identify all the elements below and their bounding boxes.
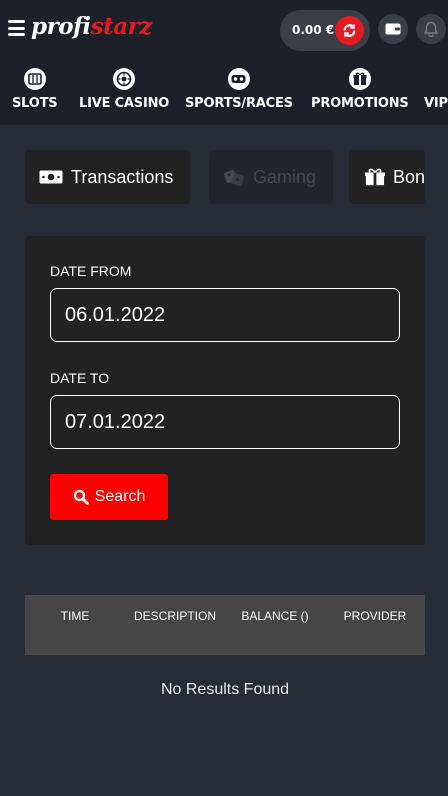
column-header-balance: BALANCE ()	[241, 609, 309, 623]
cash-icon	[39, 170, 63, 184]
empty-state-message: No Results Found	[160, 681, 290, 698]
refresh-icon	[343, 24, 356, 37]
balance-pill[interactable]: 0.00 €	[280, 10, 370, 51]
search-button[interactable]: Search	[50, 474, 168, 520]
tab-transactions[interactable]: Transactions	[25, 150, 190, 204]
search-button-label: Search	[94, 488, 146, 505]
column-header-provider: PROVIDER	[343, 609, 407, 623]
dice-icon	[224, 170, 244, 186]
top-bar: profistarz 0.00 €	[0, 0, 448, 62]
brand-logo[interactable]: profistarz	[31, 13, 152, 40]
date-to-input[interactable]	[50, 395, 400, 449]
refresh-balance-button[interactable]	[335, 16, 364, 45]
hamburger-menu-icon[interactable]	[8, 20, 25, 36]
date-filter-card: DATE FROM DATE TO Search	[25, 236, 425, 545]
date-from-input[interactable]	[50, 288, 400, 342]
nav-item-promotions[interactable]: PROMOTIONS	[311, 68, 409, 111]
nav-item-slots[interactable]: SLOTS	[12, 68, 58, 111]
roulette-icon	[113, 68, 136, 90]
slot-machine-icon	[23, 68, 46, 90]
gift-icon	[365, 168, 385, 186]
tab-bonus[interactable]: Bon	[349, 150, 425, 204]
column-header-time: TIME	[60, 609, 90, 623]
wallet-icon	[385, 23, 401, 35]
gift-icon	[348, 68, 371, 90]
balance-amount: 0.00 €	[292, 23, 335, 37]
tab-gaming[interactable]: Gaming	[209, 150, 333, 204]
nav-item-live-casino[interactable]: LIVE CASINO	[79, 68, 169, 111]
notifications-button[interactable]	[416, 14, 446, 44]
date-from-label: DATE FROM	[50, 263, 132, 279]
date-to-label: DATE TO	[50, 370, 110, 386]
vr-headset-icon	[227, 68, 250, 90]
search-icon	[73, 489, 89, 505]
transactions-table-header: TIME DESCRIPTION BALANCE () PROVIDER	[25, 595, 425, 655]
nav-item-vip[interactable]: VIP	[424, 68, 448, 111]
column-header-description: DESCRIPTION	[133, 609, 216, 623]
main-nav: SLOTS LIVE CASINO SPORTS/RACES PROMOTION…	[0, 62, 448, 125]
nav-item-sports-races[interactable]: SPORTS/RACES	[185, 68, 293, 111]
bell-icon	[424, 21, 438, 37]
wallet-button[interactable]	[378, 14, 408, 44]
